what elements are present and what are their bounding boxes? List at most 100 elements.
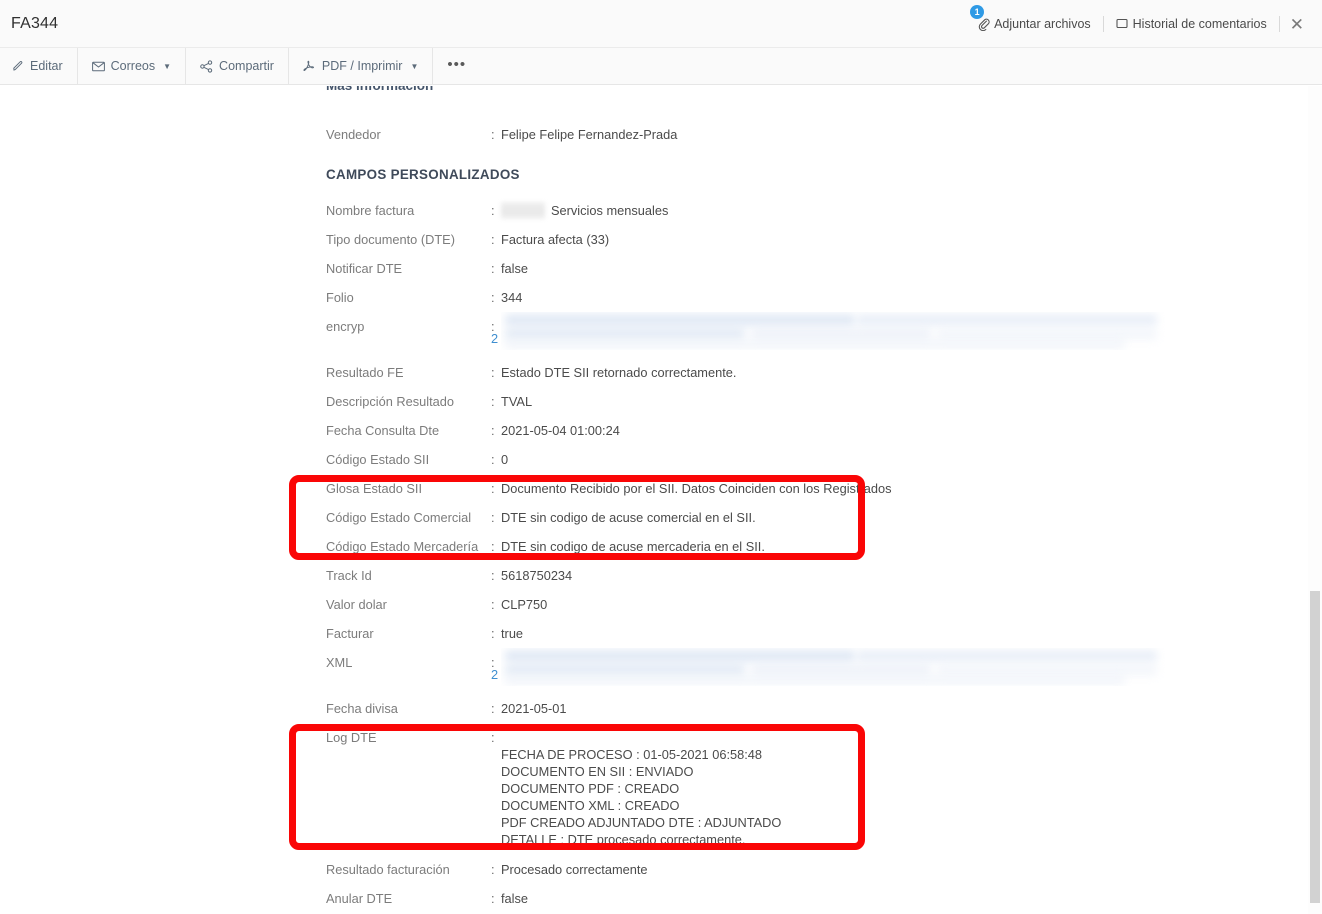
- edit-label: Editar: [30, 59, 63, 73]
- close-icon[interactable]: ✕: [1280, 16, 1314, 33]
- field-colon: :: [491, 481, 495, 496]
- field-label: Resultado facturación: [326, 862, 450, 877]
- field-row-descripcion-resultado: Descripción Resultado : TVAL: [326, 393, 532, 410]
- field-value: Felipe Felipe Fernandez-Prada: [501, 127, 678, 142]
- field-colon: :: [491, 701, 495, 716]
- vertical-scrollbar-track[interactable]: [1308, 86, 1322, 914]
- xml-blurred-value[interactable]: [501, 648, 1165, 686]
- pdf-print-label: PDF / Imprimir: [321, 59, 403, 73]
- field-row-fecha-divisa: Fecha divisa : 2021-05-01: [326, 700, 566, 717]
- field-label: Código Estado SII: [326, 452, 430, 467]
- field-label: Nombre factura: [326, 203, 415, 218]
- field-value: DTE sin codigo de acuse comercial en el …: [501, 510, 756, 525]
- field-row-xml: XML :: [326, 654, 501, 671]
- field-label: Código Estado Comercial: [326, 510, 472, 525]
- share-icon: [200, 59, 213, 73]
- field-label: Tipo documento (DTE): [326, 232, 455, 247]
- field-row-fecha-consulta-dte: Fecha Consulta Dte : 2021-05-04 01:00:24: [326, 422, 620, 439]
- field-label: Notificar DTE: [326, 261, 403, 276]
- field-row-encryp: encryp :: [326, 318, 501, 335]
- field-row-track-id: Track Id : 5618750234: [326, 567, 572, 584]
- field-colon: :: [491, 394, 495, 409]
- field-label: Glosa Estado SII: [326, 481, 423, 496]
- log-line: DETALLE : DTE procesado correctamente.: [501, 832, 746, 847]
- field-value: Estado DTE SII retornado correctamente.: [501, 365, 737, 380]
- field-row-codigo-estado-mercaderia: Código Estado Mercadería : DTE sin codig…: [326, 538, 765, 555]
- field-value: 2021-05-04 01:00:24: [501, 423, 620, 438]
- field-value: true: [501, 626, 524, 641]
- field-value: 344: [501, 290, 523, 305]
- comment-history-label: Historial de comentarios: [1132, 17, 1267, 31]
- log-line: DOCUMENTO PDF : CREADO: [501, 781, 680, 796]
- field-value: 0: [501, 452, 509, 467]
- field-label: Código Estado Mercadería: [326, 539, 479, 554]
- field-colon: :: [491, 365, 495, 380]
- field-value: Documento Recibido por el SII. Datos Coi…: [501, 481, 892, 496]
- edit-button[interactable]: Editar: [0, 48, 78, 84]
- field-row-nombre-factura: Nombre factura : Servicios mensuales: [326, 202, 668, 219]
- share-label: Compartir: [219, 59, 274, 73]
- field-label: Fecha divisa: [326, 701, 398, 716]
- field-row-notificar-dte: Notificar DTE : false: [326, 260, 528, 277]
- field-value: TVAL: [501, 394, 533, 409]
- field-row-anular-dte: Anular DTE : false: [326, 890, 528, 907]
- field-label: Vendedor: [326, 127, 381, 142]
- field-colon: :: [491, 261, 495, 276]
- attach-files-button[interactable]: 1 Adjuntar archivos: [965, 5, 1103, 34]
- field-label: Log DTE: [326, 730, 377, 745]
- field-row-tipo-documento: Tipo documento (DTE) : Factura afecta (3…: [326, 231, 609, 248]
- custom-fields-title: CAMPOS PERSONALIZADOS: [326, 167, 520, 182]
- page-title: FA344: [11, 14, 59, 32]
- log-line: DOCUMENTO XML : CREADO: [501, 798, 680, 813]
- comment-history-button[interactable]: Historial de comentarios: [1104, 14, 1279, 34]
- redacted-mask: [501, 202, 545, 219]
- field-row-valor-dolar: Valor dolar : CLP750: [326, 596, 547, 613]
- attach-files-label: Adjuntar archivos: [994, 17, 1091, 31]
- field-colon: :: [491, 510, 495, 525]
- ellipsis-icon: •••: [447, 55, 467, 73]
- log-line: PDF CREADO ADJUNTADO DTE : ADJUNTADO: [501, 815, 782, 830]
- log-dte-line-1: FECHA DE PROCESO : 01-05-2021 06:58:48: [501, 746, 762, 763]
- emails-label: Correos: [110, 59, 156, 73]
- window-titlebar: FA344 1 Adjuntar archivos Historial de c…: [0, 0, 1322, 48]
- field-label: Resultado FE: [326, 365, 404, 380]
- header-actions: 1 Adjuntar archivos Historial de comenta…: [965, 0, 1314, 48]
- field-label: encryp: [326, 319, 365, 334]
- field-label: Anular DTE: [326, 891, 393, 906]
- field-row-folio: Folio : 344: [326, 289, 522, 306]
- field-colon: :: [491, 423, 495, 438]
- field-value: Servicios mensuales: [501, 202, 668, 219]
- attachment-count-badge: 1: [970, 5, 985, 19]
- log-line: FECHA DE PROCESO : 01-05-2021 06:58:48: [501, 747, 763, 762]
- field-label: Folio: [326, 290, 354, 305]
- more-info-section-header: Más información: [326, 86, 982, 93]
- pdf-print-button[interactable]: PDF / Imprimir ▼: [289, 48, 434, 84]
- share-button[interactable]: Compartir: [186, 48, 289, 84]
- encryp-blurred-value[interactable]: [501, 312, 1165, 350]
- field-value: Procesado correctamente: [501, 862, 648, 877]
- field-colon: :: [491, 730, 495, 745]
- document-body: Más información Vendedor : Felipe Felipe…: [0, 86, 1322, 914]
- document-toolbar: Editar Correos ▼ Compartir PDF / Imprimi…: [0, 48, 1322, 85]
- field-row-facturar: Facturar : true: [326, 625, 523, 642]
- field-colon: :: [491, 452, 495, 467]
- more-options-button[interactable]: •••: [433, 48, 480, 84]
- field-row-resultado-facturacion: Resultado facturación : Procesado correc…: [326, 861, 648, 878]
- field-label: Facturar: [326, 626, 374, 641]
- field-label: XML: [326, 655, 353, 670]
- field-value-text: Servicios mensuales: [551, 203, 669, 218]
- field-label: Track Id: [326, 568, 372, 583]
- log-dte-line-6: DETALLE : DTE procesado correctamente.: [501, 831, 745, 848]
- field-label: Valor dolar: [326, 597, 387, 612]
- log-dte-line-2: DOCUMENTO EN SII : ENVIADO: [501, 763, 693, 780]
- paperclip-icon: [977, 18, 990, 31]
- emails-button[interactable]: Correos ▼: [78, 48, 187, 84]
- field-colon: :: [491, 290, 495, 305]
- field-value: 5618750234: [501, 568, 573, 583]
- log-dte-line-5: PDF CREADO ADJUNTADO DTE : ADJUNTADO: [501, 814, 781, 831]
- vertical-scrollbar-thumb[interactable]: [1310, 591, 1320, 903]
- field-colon: :: [491, 891, 495, 906]
- field-value: CLP750: [501, 597, 548, 612]
- field-value: 2021-05-01: [501, 701, 567, 716]
- field-row-log-dte: Log DTE :: [326, 729, 501, 746]
